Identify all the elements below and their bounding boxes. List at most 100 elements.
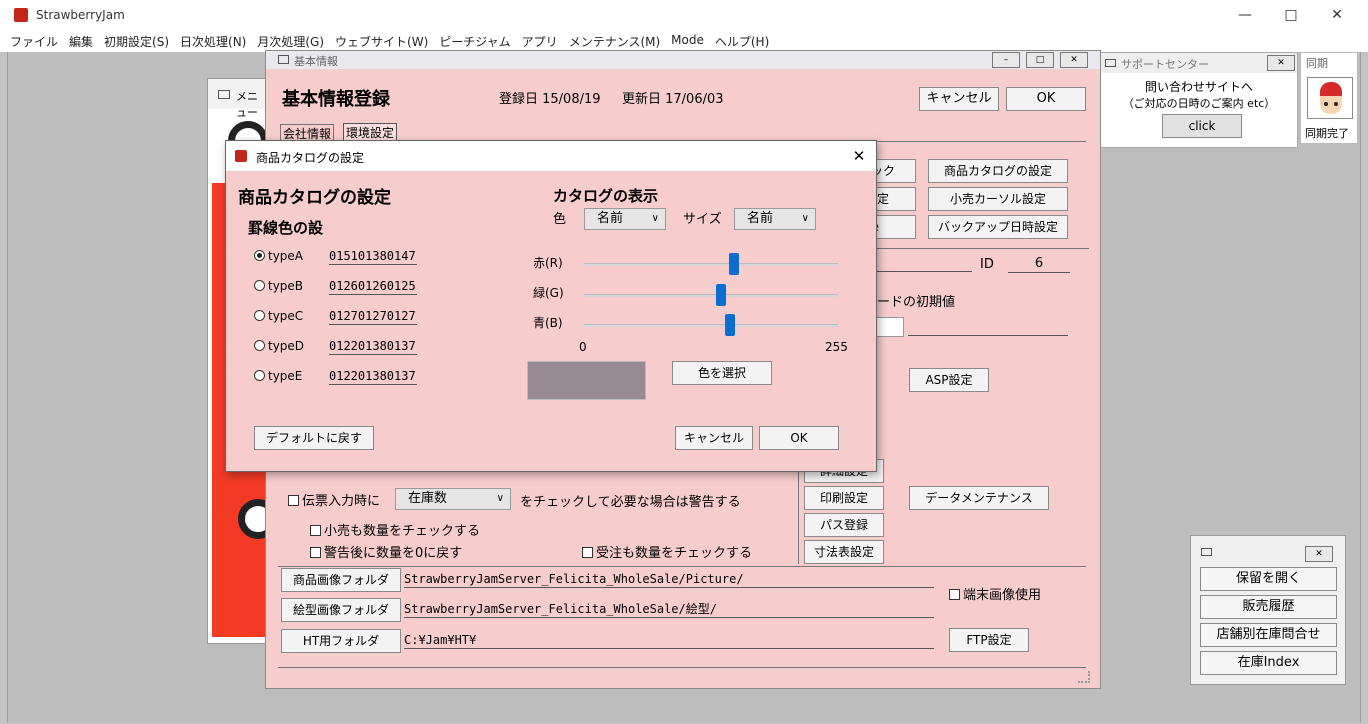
color-select[interactable]: 名前 ∨ <box>584 208 666 230</box>
quick-button[interactable]: 在庫Index <box>1200 651 1337 675</box>
support-line2: （ご対応の日時のご案内 etc） <box>1122 97 1276 110</box>
ht-folder-path[interactable]: C:¥Jam¥HT¥ <box>404 632 934 649</box>
type-value[interactable]: 012601260125 <box>329 278 417 295</box>
dialog-cancel-button[interactable]: キャンセル <box>675 426 753 450</box>
maximize-button[interactable]: □ <box>1268 0 1314 30</box>
red-slider-track[interactable] <box>584 263 838 266</box>
minimize-button[interactable]: — <box>1222 0 1268 30</box>
quick-button[interactable]: 販売履歴 <box>1200 595 1337 619</box>
folder-section-divider <box>278 566 1086 567</box>
support-click-button[interactable]: click <box>1162 114 1242 138</box>
menu-item[interactable]: メンテナンス(M) <box>569 33 660 50</box>
quick-button[interactable]: 保留を開く <box>1200 567 1337 591</box>
sync-panel: 同期 同期完了 <box>1300 52 1358 144</box>
app-titlebar: StrawberryJam — □ ✕ <box>0 0 1368 30</box>
name-field-line <box>866 271 972 272</box>
ftp-settings-button[interactable]: FTP設定 <box>949 628 1029 652</box>
kihon-heading: 基本情報登録 <box>282 89 390 110</box>
green-label: 緑(G) <box>533 286 564 300</box>
pattern-image-folder-path[interactable]: StrawberryJamServer_Felicita_WholeSale/絵… <box>404 601 934 618</box>
type-radio[interactable]: typeE <box>254 369 302 383</box>
type-value[interactable]: 012701270127 <box>329 308 417 325</box>
window-icon <box>278 55 289 64</box>
data-maintenance-button[interactable]: データメンテナンス <box>909 486 1049 510</box>
backup-schedule-button[interactable]: バックアップ日時設定 <box>928 215 1068 239</box>
radio-icon <box>254 340 265 351</box>
product-image-folder-button[interactable]: 商品画像フォルダ <box>281 568 401 592</box>
reset-check-row[interactable]: 警告後に数量を0に戻す <box>310 542 462 561</box>
slip-check-row[interactable]: 伝票入力時に <box>288 490 380 509</box>
slip-check-tail: をチェックして必要な場合は警告する <box>520 495 741 510</box>
terminal-image-check[interactable]: 端末画像使用 <box>949 584 1041 603</box>
catalog-dialog: 商品カタログの設定 ✕ 商品カタログの設定 罫線色の設 typeA 0151013… <box>225 140 877 472</box>
dialog-heading: 商品カタログの設定 <box>238 188 391 208</box>
red-slider-thumb[interactable] <box>729 253 740 275</box>
asp-settings-button[interactable]: ASP設定 <box>909 368 989 392</box>
size-select[interactable]: 名前 ∨ <box>734 208 816 230</box>
type-radio[interactable]: typeA <box>254 249 303 263</box>
menu-window-title: メニュー <box>236 90 258 119</box>
type-radio[interactable]: typeC <box>254 309 303 323</box>
support-title: サポートセンター <box>1121 58 1209 71</box>
menu-item[interactable]: アプリ <box>522 33 558 50</box>
menu-item[interactable]: 初期設定(S) <box>104 33 169 50</box>
menubar: ファイル 編集 初期設定(S) 日次処理(N) 月次処理(G) ウェブサイト(W) ピーチジ… <box>0 30 1368 52</box>
path-register-button[interactable]: パス登録 <box>804 513 884 537</box>
blue-label: 青(B) <box>533 316 563 330</box>
kihon-cancel-button[interactable]: キャンセル <box>919 87 999 111</box>
kihon-maximize-button[interactable]: □ <box>1026 52 1054 68</box>
reset-default-button[interactable]: デフォルトに戻す <box>254 426 374 450</box>
menu-item[interactable]: ピーチジャム <box>439 33 510 50</box>
catalog-settings-button[interactable]: 商品カタログの設定 <box>928 159 1068 183</box>
menu-item[interactable]: ヘルプ(H) <box>715 33 769 50</box>
retail-cursor-button[interactable]: 小売カーソル設定 <box>928 187 1068 211</box>
type-radio[interactable]: typeB <box>254 279 303 293</box>
menu-item[interactable]: ウェブサイト(W) <box>335 33 428 50</box>
type-value[interactable]: 015101380147 <box>329 248 417 265</box>
quick-close-button[interactable]: ✕ <box>1305 546 1333 562</box>
menu-item[interactable]: ファイル <box>10 33 58 50</box>
order-check-row[interactable]: 受注も数量をチェックする <box>582 542 752 561</box>
quick-button[interactable]: 店舗別在庫問合せ <box>1200 623 1337 647</box>
retail-check-row[interactable]: 小売も数量をチェックする <box>310 520 480 539</box>
choose-color-button[interactable]: 色を選択 <box>672 361 772 385</box>
kihon-close-button[interactable]: ✕ <box>1060 52 1088 68</box>
radio-icon <box>254 370 265 381</box>
size-table-button[interactable]: 寸法表設定 <box>804 540 884 564</box>
reset-check-label: 警告後に数量を0に戻す <box>324 546 463 561</box>
support-window[interactable]: サポートセンター ✕ 問い合わせサイトへ （ご対応の日時のご案内 etc） cl… <box>1100 52 1298 148</box>
terminal-image-label: 端末画像使用 <box>963 588 1042 603</box>
pattern-image-folder-button[interactable]: 絵型画像フォルダ <box>281 598 401 622</box>
blue-slider-thumb[interactable] <box>725 314 736 336</box>
support-titlebar: サポートセンター ✕ <box>1101 53 1297 73</box>
blue-slider-track[interactable] <box>584 324 838 327</box>
dialog-close-button[interactable]: ✕ <box>844 145 874 167</box>
green-slider-thumb[interactable] <box>716 284 727 306</box>
color-preview-swatch <box>527 361 646 400</box>
support-close-button[interactable]: ✕ <box>1267 55 1295 71</box>
dialog-title: 商品カタログの設定 <box>256 151 365 165</box>
menu-item[interactable]: Mode <box>671 33 704 50</box>
product-image-folder-path[interactable]: StrawberryJamServer_Felicita_WholeSale/P… <box>404 571 934 588</box>
type-radio[interactable]: typeD <box>254 339 304 353</box>
display-heading: カタログの表示 <box>553 187 659 205</box>
menu-item[interactable]: 月次処理(G) <box>257 33 324 50</box>
print-settings-button[interactable]: 印刷設定 <box>804 486 884 510</box>
type-value[interactable]: 012201380137 <box>329 368 417 385</box>
quick-panel: ✕ 保留を開く販売履歴店舗別在庫問合せ 在庫Index <box>1190 535 1346 685</box>
menu-item[interactable]: 日次処理(N) <box>180 33 246 50</box>
kihon-titlebar: 基本情報 – □ ✕ <box>266 51 1100 69</box>
upd-date: 更新日 17/06/03 <box>622 92 724 107</box>
strawberry-mascot-icon[interactable] <box>1307 77 1353 119</box>
dialog-ok-button[interactable]: OK <box>759 426 839 450</box>
type-value[interactable]: 012201380137 <box>329 338 417 355</box>
kihon-ok-button[interactable]: OK <box>1006 87 1086 111</box>
kihon-minimize-button[interactable]: – <box>992 52 1020 68</box>
resize-grip-icon[interactable] <box>1078 671 1090 683</box>
stock-select[interactable]: 在庫数 ∨ <box>395 488 511 510</box>
close-button[interactable]: ✕ <box>1314 0 1360 30</box>
green-slider-track[interactable] <box>584 294 838 297</box>
ht-folder-button[interactable]: HT用フォルダ <box>281 629 401 653</box>
menu-item[interactable]: 編集 <box>69 33 93 50</box>
window-icon <box>1201 548 1212 556</box>
